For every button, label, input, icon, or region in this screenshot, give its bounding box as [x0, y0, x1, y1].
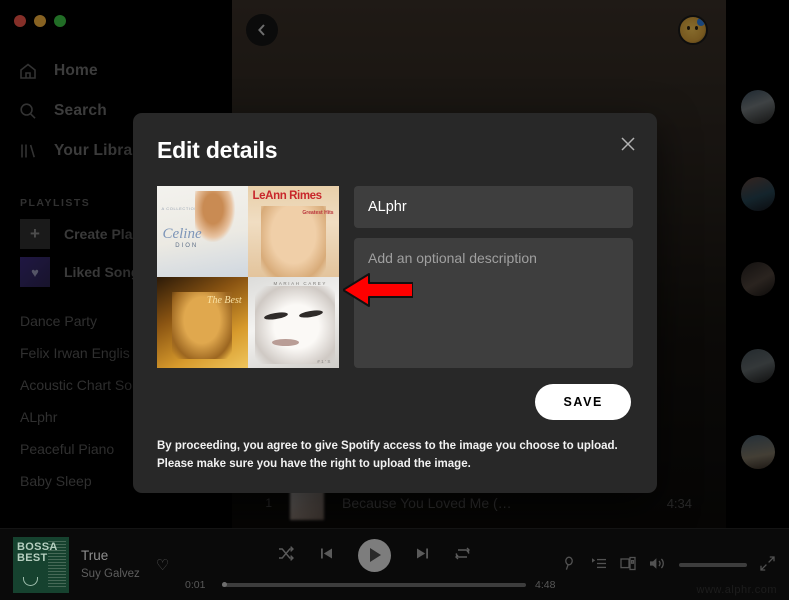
- fullscreen-icon[interactable]: [760, 555, 775, 574]
- seek-bar-row: 0:01 4:48: [185, 579, 563, 591]
- microphone-icon[interactable]: [563, 556, 578, 574]
- now-playing-artwork[interactable]: BOSSA BEST: [13, 536, 69, 593]
- queue-icon[interactable]: [591, 556, 607, 574]
- album-tile-4-portrait: [255, 286, 336, 365]
- album-cover-tile-3: The Best: [157, 277, 248, 368]
- album-tile-4-lips: [271, 338, 299, 347]
- album-tile-1-sub: DION: [175, 243, 199, 250]
- spotify-desktop-window: Home Search Your Library PLAYLISTS + Cre…: [0, 0, 789, 600]
- save-button[interactable]: SAVE: [535, 384, 631, 420]
- devices-icon[interactable]: [620, 556, 636, 574]
- seek-bar[interactable]: [222, 581, 526, 587]
- seek-handle[interactable]: [222, 581, 227, 587]
- album-tile-1-artist: Celine: [162, 226, 202, 243]
- transport-controls: [278, 538, 471, 572]
- upload-disclaimer: By proceeding, you agree to give Spotify…: [157, 440, 618, 470]
- total-duration: 4:48: [535, 578, 556, 591]
- artwork-cup-glyph: [23, 576, 38, 586]
- now-playing-artist[interactable]: Suy Galvez: [81, 566, 140, 583]
- play-button[interactable]: [357, 538, 391, 572]
- previous-icon[interactable]: [319, 546, 334, 564]
- now-playing-text: True Suy Galvez: [81, 546, 140, 582]
- modal-fields: [354, 186, 633, 368]
- modal-title: Edit details: [157, 137, 278, 163]
- repeat-icon[interactable]: [454, 545, 471, 565]
- album-cover-tile-1: A COLLECTION OF NEW AND Celine DION: [157, 186, 248, 277]
- modal-actions: SAVE: [157, 384, 633, 420]
- like-button[interactable]: ♡: [152, 556, 169, 574]
- player-extra-controls: [563, 555, 789, 574]
- album-cover-tile-4: MARIAH CAREY #1'S: [248, 277, 339, 368]
- close-icon: [621, 137, 635, 151]
- modal-body: A COLLECTION OF NEW AND Celine DION LeAn…: [157, 186, 633, 368]
- album-cover-tile-2: LeAnn Rimes Greatest Hits: [248, 186, 339, 277]
- next-icon[interactable]: [415, 546, 430, 564]
- album-tile-2-sub: Greatest Hits: [302, 209, 334, 216]
- album-tile-4-artist: MARIAH CAREY: [273, 280, 327, 286]
- watermark: www.alphr.com: [696, 584, 777, 596]
- volume-slider[interactable]: [679, 562, 747, 567]
- playlist-description-input[interactable]: [354, 238, 633, 368]
- album-tile-2-portrait: [260, 206, 327, 277]
- album-tile-4-sub: #1'S: [317, 359, 332, 365]
- artwork-title: BOSSA BEST: [17, 540, 58, 564]
- elapsed-time: 0:01: [185, 578, 206, 591]
- playback-controls: 0:01 4:48: [185, 538, 563, 591]
- shuffle-icon[interactable]: [278, 545, 295, 565]
- now-playing-title[interactable]: True: [81, 546, 140, 566]
- album-tile-2-artist: LeAnn Rimes: [252, 189, 322, 202]
- close-button[interactable]: [617, 133, 639, 155]
- now-playing-info: BOSSA BEST True Suy Galvez ♡: [0, 536, 193, 593]
- playback-bar: BOSSA BEST True Suy Galvez ♡ 0:01 4:48 w…: [0, 528, 789, 600]
- play-icon: [370, 548, 381, 562]
- album-tile-3-artist: The Best: [206, 295, 242, 307]
- playlist-name-input[interactable]: [354, 186, 633, 228]
- playlist-cover-image[interactable]: A COLLECTION OF NEW AND Celine DION LeAn…: [157, 186, 339, 368]
- edit-details-modal: Edit details A COLLECTION OF NEW AND Cel…: [133, 113, 657, 493]
- volume-icon[interactable]: [649, 556, 666, 574]
